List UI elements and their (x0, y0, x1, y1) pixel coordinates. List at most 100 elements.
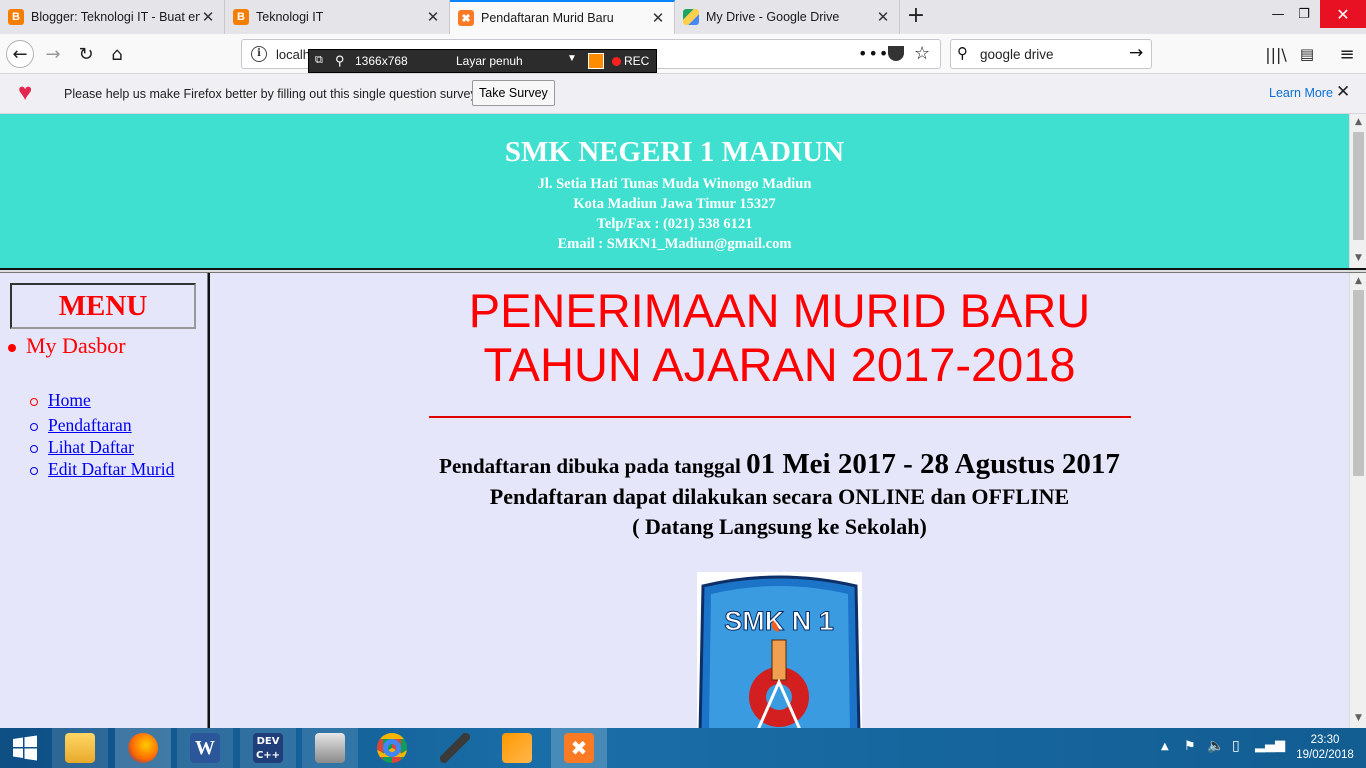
circle-bullet-icon (30, 422, 38, 431)
window-close-button[interactable]: ✕ (1320, 0, 1366, 28)
header-scrollbar[interactable]: ▲ ▼ (1349, 114, 1366, 268)
system-clock[interactable]: 23:30 19/02/2018 (1290, 733, 1360, 763)
tab-title: Blogger: Teknologi IT - Buat en (31, 10, 200, 24)
taskbar-sublime[interactable] (489, 728, 545, 768)
network-icon[interactable]: ▂▄▆ (1255, 738, 1285, 753)
rec-button[interactable]: REC (624, 54, 649, 68)
close-tab-icon[interactable]: ✕ (200, 8, 216, 26)
google-drive-icon (683, 9, 699, 25)
search-icon: ⚲ (957, 44, 968, 62)
taskbar-video[interactable] (302, 728, 358, 768)
tab-title: My Drive - Google Drive (706, 10, 840, 24)
tab-pendaftaran[interactable]: ✖ Pendaftaran Murid Baru ✕ (450, 0, 675, 34)
search-bar[interactable]: ⚲ google drive → (950, 39, 1152, 69)
hamburger-menu-icon[interactable]: ≡ (1333, 40, 1361, 68)
firefox-icon (128, 733, 158, 763)
tab-strip: B Blogger: Teknologi IT - Buat en ✕ B Te… (0, 0, 1366, 34)
action-center-icon[interactable]: ⚑ (1184, 739, 1196, 754)
notification-message: Please help us make Firefox better by fi… (64, 87, 477, 101)
taskbar-word[interactable]: W (177, 728, 233, 768)
taskbar-xampp[interactable]: ✖ (551, 728, 607, 768)
phone-line: Telp/Fax : (021) 538 6121 (596, 216, 753, 232)
close-icon[interactable]: ✕ (1336, 82, 1350, 102)
scroll-up-icon[interactable]: ▲ (1350, 273, 1366, 289)
sidebar-item-home[interactable]: Home (30, 390, 91, 411)
back-button[interactable]: ← (6, 40, 34, 68)
camera-icon[interactable] (588, 53, 604, 69)
tool-icon (440, 733, 470, 763)
taskbar-devcpp[interactable]: DEV C++ (240, 728, 296, 768)
dasbor-label: My Dasbor (26, 333, 126, 358)
scrollbar-thumb[interactable] (1353, 132, 1364, 240)
sidebar-item-lihat-daftar[interactable]: Lihat Daftar (30, 437, 134, 458)
open-dates: 01 Mei 2017 - 28 Agustus 2017 (746, 448, 1120, 480)
blogger-icon: B (8, 9, 24, 25)
close-tab-icon[interactable]: ✕ (875, 8, 891, 26)
recorder-resolution: 1366x768 (355, 54, 408, 68)
bullet-icon (8, 343, 16, 352)
close-tab-icon[interactable]: ✕ (650, 9, 666, 27)
menu-frame: MENU My Dasbor Home Pendaftaran Lihat Da… (0, 273, 207, 728)
registration-note: ( Datang Langsung ke Sekolah) (632, 514, 927, 539)
tray-expand-icon[interactable]: ▲ (1161, 741, 1169, 752)
scroll-up-icon[interactable]: ▲ (1350, 114, 1366, 130)
url-text[interactable]: localh (276, 47, 310, 62)
xampp-icon: ✖ (564, 733, 594, 763)
search-go-icon[interactable]: → (1129, 43, 1143, 63)
edit-daftar-link[interactable]: Edit Daftar Murid (48, 459, 174, 479)
sidebar-item-pendaftaran[interactable]: Pendaftaran (30, 415, 132, 436)
address-line: Jl. Setia Hati Tunas Muda Winongo Madiun (537, 176, 812, 192)
address-line: Kota Madiun Jawa Timur 15327 (573, 196, 776, 212)
windows-taskbar: W DEV C++ ✖ ▲ ⚑ 🔈 ▯ ▂▄▆ 23:30 19/02/2018 (0, 728, 1366, 768)
taskbar-explorer[interactable] (52, 728, 108, 768)
forward-button[interactable]: → (39, 40, 67, 68)
pocket-icon[interactable] (888, 46, 904, 61)
library-icon[interactable]: |||\ (1262, 40, 1290, 68)
school-name: SMK NEGERI 1 MADIUN (504, 136, 845, 168)
take-survey-button[interactable]: Take Survey (472, 80, 555, 106)
tab-blogger-1[interactable]: B Blogger: Teknologi IT - Buat en ✕ (0, 0, 225, 34)
heart-icon: ♥ (18, 79, 33, 106)
volume-icon[interactable]: 🔈 (1207, 738, 1224, 754)
home-link[interactable]: Home (48, 390, 91, 410)
content-scrollbar[interactable]: ▲ ▼ (1349, 273, 1366, 728)
start-button[interactable] (0, 728, 50, 768)
page-actions-icon[interactable]: ••• (858, 44, 889, 63)
taskbar-firefox[interactable] (115, 728, 171, 768)
record-dot-icon (612, 57, 621, 66)
bookmark-star-icon[interactable]: ☆ (914, 43, 930, 64)
home-button[interactable]: ⌂ (103, 40, 131, 68)
close-tab-icon[interactable]: ✕ (425, 8, 441, 26)
pendaftaran-link[interactable]: Pendaftaran (48, 415, 132, 435)
battery-icon[interactable]: ▯ (1232, 738, 1240, 754)
learn-more-link[interactable]: Learn More (1269, 86, 1333, 100)
reload-button[interactable]: ↻ (72, 40, 100, 68)
tab-teknologi-it[interactable]: B Teknologi IT ✕ (225, 0, 450, 34)
word-icon: W (190, 733, 220, 763)
taskbar-tool[interactable] (427, 728, 483, 768)
video-app-icon (315, 733, 345, 763)
lihat-daftar-link[interactable]: Lihat Daftar (48, 437, 134, 457)
registration-mode: Pendaftaran dapat dilakukan secara ONLIN… (489, 484, 1070, 509)
xampp-icon: ✖ (458, 10, 474, 26)
taskbar-chrome[interactable] (364, 728, 420, 768)
zoom-icon[interactable]: ⚲ (335, 53, 345, 69)
info-icon[interactable]: i (251, 46, 267, 62)
window-icon[interactable]: ⧉ (315, 54, 323, 67)
chevron-down-icon[interactable]: ▼ (567, 53, 577, 64)
sidebar-item-edit-daftar[interactable]: Edit Daftar Murid (30, 459, 174, 480)
scroll-down-icon[interactable]: ▼ (1350, 250, 1366, 266)
new-tab-button[interactable]: + (904, 4, 928, 28)
recorder-mode-select[interactable]: Layar penuh (456, 54, 523, 68)
sidebar-toggle-icon[interactable]: ▤ (1293, 40, 1321, 68)
clock-date: 19/02/2018 (1296, 749, 1354, 761)
circle-bullet-icon (30, 466, 38, 475)
scroll-down-icon[interactable]: ▼ (1350, 710, 1366, 726)
search-input[interactable]: google drive (980, 47, 1054, 62)
circle-bullet-icon (30, 397, 38, 406)
tab-google-drive[interactable]: My Drive - Google Drive ✕ (675, 0, 900, 34)
sublime-icon (502, 733, 532, 763)
open-prefix: Pendaftaran dibuka pada tanggal (439, 454, 747, 478)
scrollbar-thumb[interactable] (1353, 290, 1364, 476)
header-frame: SMK NEGERI 1 MADIUN Jl. Setia Hati Tunas… (0, 114, 1366, 268)
